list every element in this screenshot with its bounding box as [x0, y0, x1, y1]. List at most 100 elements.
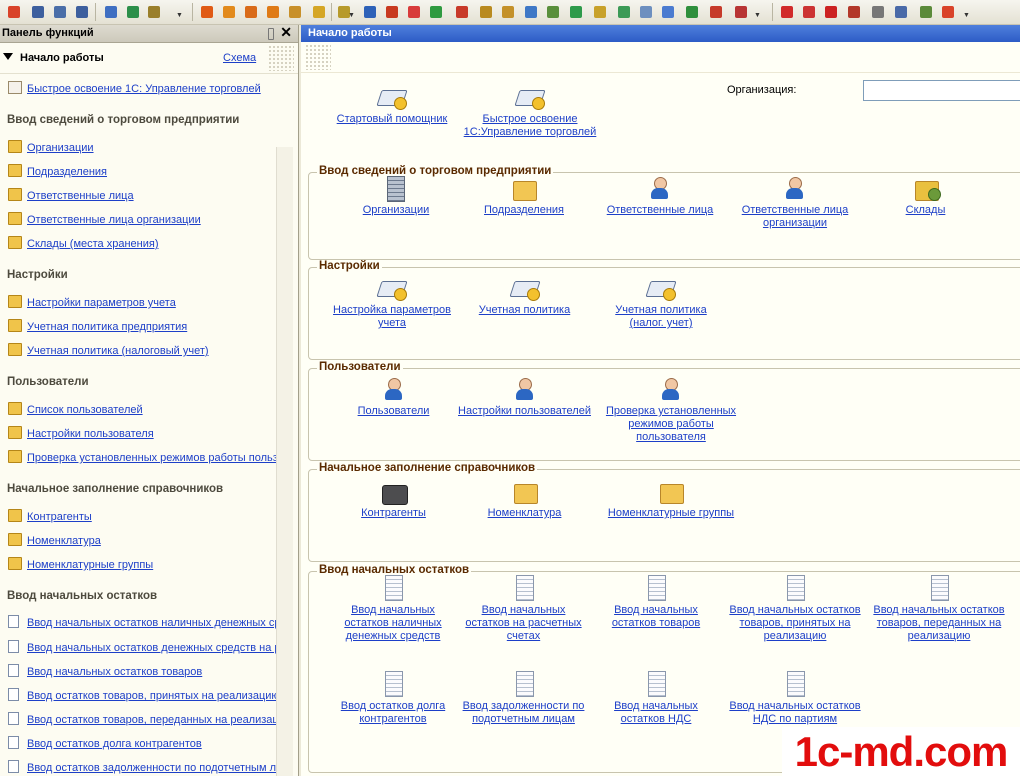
schema-link[interactable]: Схема: [223, 52, 256, 64]
toolbar-button-icon[interactable]: [846, 4, 862, 20]
function-list-item[interactable]: Ввод остатков долга контрагентов: [8, 736, 202, 750]
function-list-item[interactable]: Ввод остатков задолженности по подотчетн…: [8, 760, 276, 774]
toolbar-button-icon[interactable]: [870, 4, 886, 20]
toolbar-button-icon[interactable]: [733, 4, 749, 20]
function-list-item[interactable]: Подразделения: [8, 164, 107, 178]
toolbar-button-icon[interactable]: [146, 4, 162, 20]
toolbar-button-icon[interactable]: [265, 4, 281, 20]
toolbar-dropdown-arrow-icon[interactable]: ▼: [348, 12, 355, 19]
toolbar-button-icon[interactable]: [660, 4, 676, 20]
toolbar-button-icon[interactable]: [708, 4, 724, 20]
start-page-item[interactable]: Проверка установленных режимов работы по…: [601, 376, 741, 444]
start-page-item[interactable]: Ввод начальных остатков товаров, передан…: [869, 575, 1009, 643]
toolbar-button-icon[interactable]: [592, 4, 608, 20]
start-page-item[interactable]: Ввод начальных остатков товаров: [601, 575, 711, 630]
start-page-item[interactable]: Контрагенты: [341, 478, 446, 520]
start-page-item[interactable]: Ввод задолженности по подотчетным лицам: [456, 671, 591, 726]
start-page-item[interactable]: Ввод начальных остатков НДС: [601, 671, 711, 726]
quick-start-link[interactable]: Быстрое освоение 1С: Управление торговле…: [8, 81, 261, 95]
start-page-item-label: Контрагенты: [361, 507, 426, 519]
toolbar-dropdown-arrow-icon[interactable]: ▼: [176, 12, 183, 19]
toolbar-button-icon[interactable]: [362, 4, 378, 20]
toolbar-button-icon[interactable]: [893, 4, 909, 20]
toolbar-button-icon[interactable]: [103, 4, 119, 20]
toolbar-dropdown-arrow-icon[interactable]: ▼: [754, 12, 761, 19]
start-page-item[interactable]: Склады: [883, 175, 968, 217]
toolbar-button-icon[interactable]: [478, 4, 494, 20]
toolbar-button-icon[interactable]: [125, 4, 141, 20]
function-list-item[interactable]: Ввод остатков товаров, переданных на реа…: [8, 712, 276, 726]
function-list-item[interactable]: Склады (места хранения): [8, 236, 159, 250]
toolbar-button-icon[interactable]: [545, 4, 561, 20]
start-page-item-label: Ввод остатков долга контрагентов: [340, 700, 446, 725]
toolbar-button-icon[interactable]: [287, 4, 303, 20]
function-list-item[interactable]: Ответственные лица организации: [8, 212, 201, 226]
toolbar-button-icon[interactable]: [940, 4, 956, 20]
function-list-item[interactable]: Ввод начальных остатков наличных денежны…: [8, 615, 276, 629]
function-list-item[interactable]: Учетная политика (налоговый учет): [8, 343, 209, 357]
toolbar-dropdown-arrow-icon[interactable]: ▼: [963, 12, 970, 19]
folder-icon: [8, 533, 22, 546]
toolbar-button-icon[interactable]: [406, 4, 422, 20]
start-page-item[interactable]: Ответственные лица: [600, 175, 720, 217]
start-page-item[interactable]: Ввод начальных остатков НДС по партиям: [725, 671, 865, 726]
start-page-item[interactable]: Ввод начальных остатков на расчетных сче…: [456, 575, 591, 643]
start-page-item[interactable]: Подразделения: [474, 175, 574, 217]
start-page-item[interactable]: Ответственные лица организации: [735, 175, 855, 230]
start-page-item[interactable]: Ввод остатков долга контрагентов: [331, 671, 455, 726]
start-page-item[interactable]: Номенклатура: [472, 478, 577, 520]
start-page-item[interactable]: Быстрое освоение 1С:Управление торговлей: [455, 84, 605, 139]
toolbar-button-icon[interactable]: [523, 4, 539, 20]
organization-field[interactable]: [863, 80, 1020, 101]
toolbar-button-icon[interactable]: [74, 4, 90, 20]
function-list-item[interactable]: Учетная политика предприятия: [8, 319, 187, 333]
toolbar-button-icon[interactable]: [221, 4, 237, 20]
document-icon: [378, 575, 408, 601]
function-list-item[interactable]: Контрагенты: [8, 509, 92, 523]
pin-icon[interactable]: [268, 28, 274, 40]
start-page-item[interactable]: Учетная политика (налог. учет): [601, 275, 721, 330]
toolbar-button-icon[interactable]: [638, 4, 654, 20]
toolbar-button-icon[interactable]: [243, 4, 259, 20]
start-page-item[interactable]: Ввод начальных остатков товаров, приняты…: [725, 575, 865, 643]
function-panel-scrollbar[interactable]: [276, 147, 293, 776]
function-list-item[interactable]: Ввод остатков товаров, принятых на реали…: [8, 688, 276, 702]
function-list-item[interactable]: Номенклатура: [8, 533, 101, 547]
function-list-item[interactable]: Ввод начальных остатков товаров: [8, 664, 202, 678]
toolbar-button-icon[interactable]: [684, 4, 700, 20]
start-page-item[interactable]: Пользователи: [341, 376, 446, 418]
toolbar-button-icon[interactable]: [779, 4, 795, 20]
toolbar-button-icon[interactable]: [454, 4, 470, 20]
toolbar-button-icon[interactable]: [918, 4, 934, 20]
toolbar-button-icon[interactable]: [500, 4, 516, 20]
toolbar-button-icon[interactable]: [823, 4, 839, 20]
start-page-item[interactable]: Ввод начальных остатков наличных денежны…: [331, 575, 455, 643]
toolbar-button-icon[interactable]: [801, 4, 817, 20]
function-list-item[interactable]: Организации: [8, 140, 94, 154]
function-list-item[interactable]: Проверка установленных режимов работы по…: [8, 450, 276, 464]
start-page-item[interactable]: Организации: [341, 175, 451, 217]
function-list-item[interactable]: Настройки пользователя: [8, 426, 154, 440]
function-list-item[interactable]: Номенклатурные группы: [8, 557, 153, 571]
user-icon: [780, 175, 810, 201]
start-page-item[interactable]: Настройка параметров учета: [327, 275, 457, 330]
start-page-item[interactable]: Стартовый помощник: [327, 84, 457, 126]
toolbar-button-icon[interactable]: [568, 4, 584, 20]
toolbar-button-icon[interactable]: [52, 4, 68, 20]
collapse-triangle-icon[interactable]: [3, 53, 13, 60]
toolbar-button-icon[interactable]: [616, 4, 632, 20]
close-icon[interactable]: ✕: [280, 25, 292, 41]
start-page-item[interactable]: Настройки пользователей: [452, 376, 597, 418]
toolbar-button-icon[interactable]: [199, 4, 215, 20]
function-list-item[interactable]: Ввод начальных остатков денежных средств…: [8, 640, 276, 654]
start-page-item[interactable]: Учетная политика: [472, 275, 577, 317]
toolbar-button-icon[interactable]: [428, 4, 444, 20]
toolbar-button-icon[interactable]: [311, 4, 327, 20]
function-list-item[interactable]: Список пользователей: [8, 402, 143, 416]
function-list-item[interactable]: Настройки параметров учета: [8, 295, 176, 309]
toolbar-button-icon[interactable]: [30, 4, 46, 20]
toolbar-button-icon[interactable]: [6, 4, 22, 20]
start-page-item[interactable]: Номенклатурные группы: [601, 478, 741, 520]
toolbar-button-icon[interactable]: [384, 4, 400, 20]
function-list-item[interactable]: Ответственные лица: [8, 188, 134, 202]
